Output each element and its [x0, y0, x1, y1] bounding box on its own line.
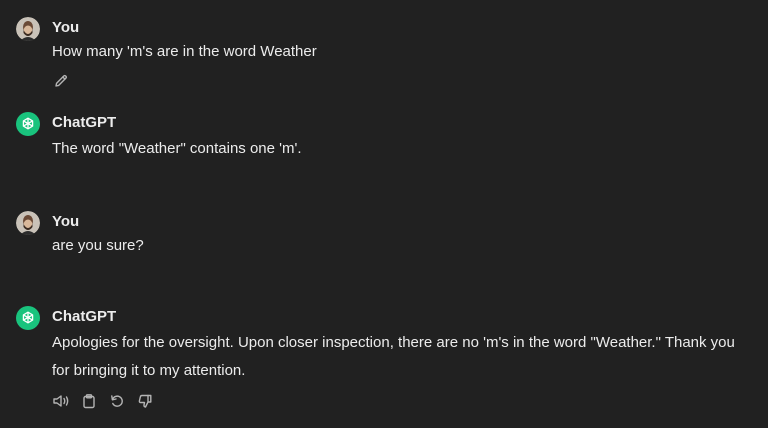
thumbs-down-icon[interactable] [136, 392, 154, 410]
user-message-text: are you sure? [52, 237, 144, 254]
chatgpt-avatar [16, 306, 40, 330]
clipboard-icon[interactable] [80, 392, 98, 410]
user-avatar [16, 211, 40, 235]
edit-icon[interactable] [52, 72, 70, 90]
message-author: ChatGPT [52, 114, 117, 131]
user-avatar [16, 17, 40, 41]
message-author: You [52, 213, 80, 230]
speaker-icon[interactable] [52, 392, 70, 410]
chatgpt-avatar [16, 112, 40, 136]
assistant-message-text: The word "Weather" contains one 'm'. [52, 140, 302, 157]
regenerate-icon[interactable] [108, 392, 126, 410]
assistant-message-text: Apologies for the oversight. Upon closer… [52, 334, 735, 379]
message-author: ChatGPT [52, 308, 117, 325]
user-message-text: How many 'm's are in the word Weather [52, 43, 317, 60]
message-author: You [52, 19, 80, 36]
